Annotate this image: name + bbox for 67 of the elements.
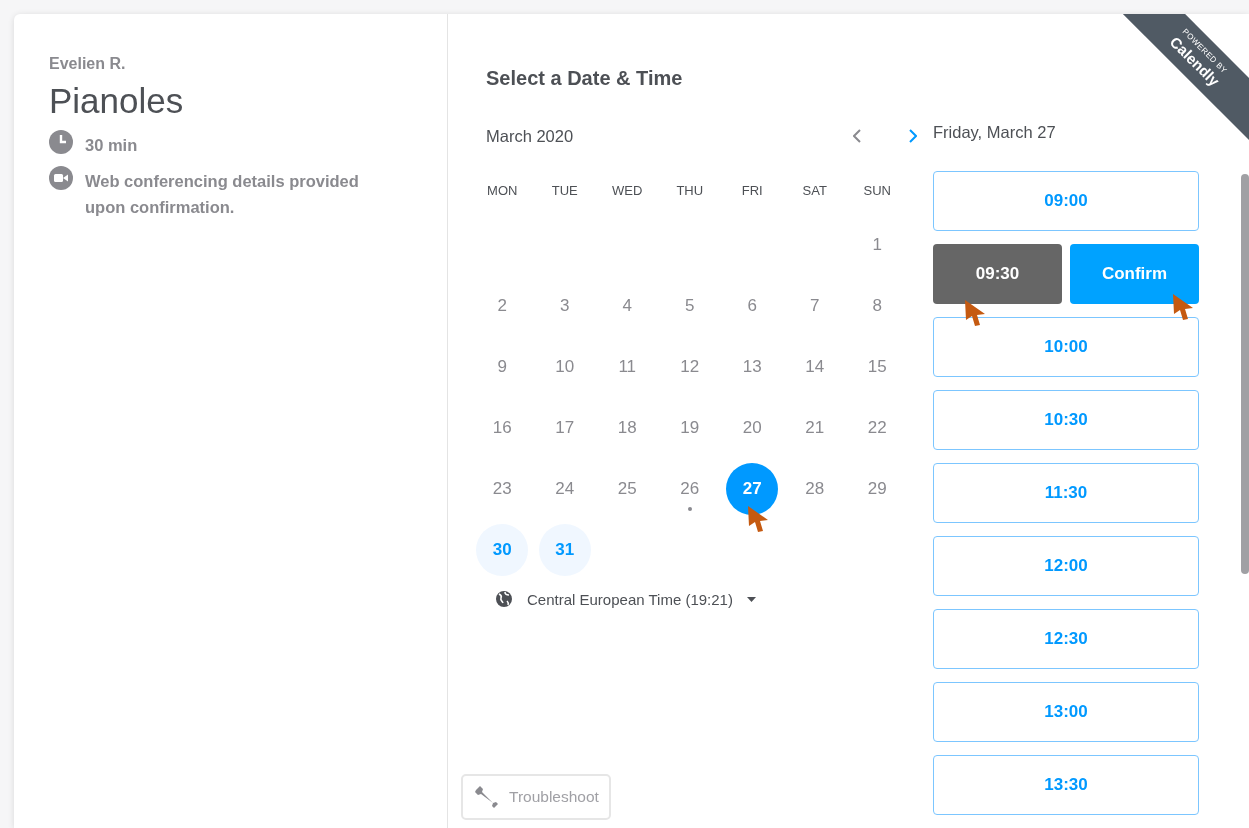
calendar-day[interactable]: 22: [851, 401, 904, 454]
clock-icon: [49, 130, 73, 154]
calendar-day[interactable]: 28: [788, 462, 841, 515]
calendar-day[interactable]: 23: [476, 462, 529, 515]
time-slot-button[interactable]: 12:00: [933, 536, 1199, 596]
calendar-day[interactable]: 30: [476, 523, 529, 576]
weekday-label: WED: [612, 182, 643, 200]
timezone-label: Central European Time (19:21): [527, 590, 733, 608]
time-slot-button[interactable]: 10:00: [933, 317, 1199, 377]
cursor-icon: [1173, 294, 1193, 320]
event-title: Pianoles: [49, 80, 185, 122]
month-label: March 2020: [486, 126, 575, 146]
calendar-day[interactable]: 20: [726, 401, 779, 454]
calendar-day[interactable]: 17: [538, 401, 591, 454]
calendar-day[interactable]: 8: [851, 279, 904, 332]
calendar-day[interactable]: 24: [538, 462, 591, 515]
host-name: Evelien R.: [49, 54, 127, 74]
location-text: Web conferencing details provided upon confirmation.: [85, 171, 360, 218]
calendar-day[interactable]: 21: [788, 401, 841, 454]
weekday-label: TUE: [551, 182, 578, 200]
video-camera-icon: [49, 166, 73, 190]
calendar-day[interactable]: 31: [538, 523, 591, 576]
time-slot-button[interactable]: 10:30: [933, 390, 1199, 450]
page-heading: Select a Date & Time: [486, 66, 684, 90]
cursor-icon: [748, 506, 768, 532]
calendar-day[interactable]: 2: [476, 279, 529, 332]
calendar-day[interactable]: 10: [538, 340, 591, 393]
calendar-day[interactable]: 11: [601, 340, 654, 393]
calendar-day[interactable]: 4: [601, 279, 654, 332]
weekday-label: THU: [676, 182, 704, 200]
time-slot-button[interactable]: 13:00: [933, 682, 1199, 742]
globe-icon: [495, 590, 513, 608]
calendar-day[interactable]: 12: [663, 340, 716, 393]
calendar-day[interactable]: 6: [726, 279, 779, 332]
troubleshoot-button[interactable]: Troubleshoot: [461, 774, 611, 820]
scrollbar-thumb[interactable]: [1241, 174, 1249, 574]
weekday-label: MON: [487, 182, 518, 200]
caret-down-icon: [746, 596, 756, 602]
weekday-label: SAT: [802, 182, 827, 200]
calendar-day[interactable]: 15: [851, 340, 904, 393]
today-dot: [687, 507, 692, 511]
calendar-day[interactable]: 13: [726, 340, 779, 393]
duration-text: 30 min: [85, 135, 138, 156]
calendar-day[interactable]: 16: [476, 401, 529, 454]
weekday-label: SUN: [863, 182, 891, 200]
selected-date-heading: Friday, March 27: [933, 121, 1057, 143]
calendar-day[interactable]: 25: [601, 462, 654, 515]
cursor-icon: [965, 300, 985, 326]
calendar-day[interactable]: 19: [663, 401, 716, 454]
time-slot-button[interactable]: 13:30: [933, 755, 1199, 815]
time-slot-button[interactable]: 11:30: [933, 463, 1199, 523]
calendar-day[interactable]: 29: [851, 462, 904, 515]
chevron-right-icon: [909, 129, 917, 143]
timezone-selector[interactable]: Central European Time (19:21): [495, 590, 756, 608]
calendar-day[interactable]: 18: [601, 401, 654, 454]
calendar-day[interactable]: 1: [851, 218, 904, 271]
calendar-day[interactable]: 7: [788, 279, 841, 332]
calendar-day[interactable]: 3: [538, 279, 591, 332]
calendar-day[interactable]: 9: [476, 340, 529, 393]
time-slot-button[interactable]: 12:30: [933, 609, 1199, 669]
calendar-day[interactable]: 26: [663, 462, 716, 515]
calendar-day[interactable]: 14: [788, 340, 841, 393]
chevron-left-icon: [853, 129, 861, 143]
calendar-day[interactable]: 27: [726, 462, 779, 515]
time-slot-button[interactable]: 09:00: [933, 171, 1199, 231]
weekday-label: FRI: [741, 182, 763, 200]
calendar-day[interactable]: 5: [663, 279, 716, 332]
